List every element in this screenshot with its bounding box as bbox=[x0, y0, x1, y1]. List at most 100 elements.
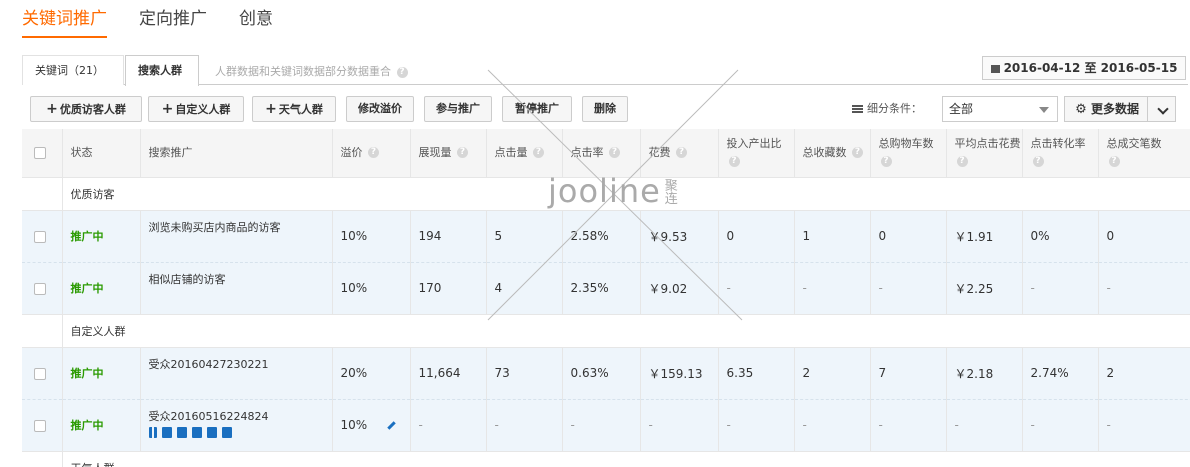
name-wrap: 相似店铺的访客 bbox=[149, 273, 332, 296]
audience-name[interactable]: 受众20160516224824 bbox=[149, 408, 332, 424]
report-icon[interactable] bbox=[221, 427, 232, 438]
help-icon[interactable]: ? bbox=[368, 147, 379, 159]
col-orders[interactable]: 总成交笔数? bbox=[1098, 129, 1190, 178]
cell-ctr: 2.58% bbox=[562, 210, 641, 263]
tab-keyword-promotion[interactable]: 关键词推广 bbox=[22, 6, 107, 38]
delete-button[interactable]: 删除 bbox=[582, 96, 628, 122]
clipboard-icon[interactable] bbox=[161, 427, 172, 438]
value-ctr: 2.35% bbox=[570, 281, 609, 295]
value-favorites: - bbox=[802, 281, 807, 295]
value-favorites: 2 bbox=[802, 366, 811, 380]
row-checkbox[interactable] bbox=[34, 282, 46, 295]
help-icon[interactable]: ? bbox=[880, 156, 892, 168]
row-checkbox[interactable] bbox=[34, 367, 46, 380]
help-icon[interactable]: ? bbox=[609, 147, 620, 159]
premium-value: 10% bbox=[340, 281, 368, 295]
cell-clicks: - bbox=[486, 399, 563, 452]
col-roi[interactable]: 投入产出比? bbox=[718, 129, 795, 178]
col-clicks[interactable]: 点击量 ? bbox=[486, 129, 563, 178]
more-data-dropdown[interactable] bbox=[1147, 97, 1177, 121]
col-impressions[interactable]: 展现量 ? bbox=[410, 129, 487, 178]
chart-icon[interactable] bbox=[206, 427, 217, 438]
help-icon[interactable]: ? bbox=[1108, 156, 1120, 168]
cell-name: 相似店铺的访客 bbox=[140, 262, 333, 315]
cell-roi: - bbox=[718, 262, 795, 315]
status-badge: 推广中 bbox=[70, 230, 104, 243]
row-checkbox[interactable] bbox=[34, 230, 46, 243]
value-cart: - bbox=[878, 418, 883, 432]
add-custom-audience-button[interactable]: + 自定义人群 bbox=[148, 96, 244, 122]
cell-impressions: 194 bbox=[410, 210, 487, 263]
cell-name: 受众20160427230221 bbox=[140, 347, 333, 400]
help-icon[interactable]: ? bbox=[396, 66, 408, 78]
cell-roi: 0 bbox=[718, 210, 795, 263]
help-icon[interactable]: ? bbox=[852, 147, 863, 159]
trash-icon[interactable] bbox=[176, 427, 187, 438]
add-weather-audience-button[interactable]: + 天气人群 bbox=[252, 96, 336, 122]
join-promotion-button[interactable]: 参与推广 bbox=[424, 96, 492, 122]
audience-name[interactable]: 浏览未购买店内商品的访客 bbox=[149, 219, 332, 235]
add-quality-visitor-button[interactable]: + 优质访客人群 bbox=[30, 96, 142, 122]
cell-impressions: 170 bbox=[410, 262, 487, 315]
col-favorites[interactable]: 总收藏数 ? bbox=[794, 129, 871, 178]
value-clicks: 4 bbox=[494, 281, 503, 295]
help-icon[interactable]: ? bbox=[533, 147, 544, 159]
tab-creative[interactable]: 创意 bbox=[239, 6, 273, 38]
row-actions bbox=[148, 427, 237, 438]
audience-name[interactable]: 受众20160427230221 bbox=[149, 356, 332, 372]
cell-premium: 10% bbox=[332, 262, 411, 315]
col-cart[interactable]: 总购物车数? bbox=[870, 129, 947, 178]
name-wrap: 受众20160516224824 bbox=[148, 410, 332, 438]
table-row[interactable]: 推广中 相似店铺的访客 10% 170 4 2.35% ￥9.02 - - - ￥2.25 - - bbox=[22, 262, 1190, 315]
value-cost: - bbox=[648, 418, 653, 432]
col-ctr[interactable]: 点击率 ? bbox=[562, 129, 641, 178]
cell-clicks: 5 bbox=[486, 210, 563, 263]
cell-premium: 10% bbox=[332, 399, 411, 452]
col-cvr[interactable]: 点击转化率? bbox=[1022, 129, 1099, 178]
col-cost[interactable]: 花费 ? bbox=[640, 129, 719, 178]
col-status[interactable]: 状态 bbox=[62, 129, 141, 178]
cell-impressions: - bbox=[410, 399, 487, 452]
value-cpc: - bbox=[954, 418, 959, 432]
row-select-cell bbox=[22, 210, 63, 263]
row-checkbox[interactable] bbox=[34, 419, 46, 432]
more-data-button[interactable]: ⚙ 更多数据 bbox=[1064, 96, 1176, 122]
help-icon[interactable]: ? bbox=[676, 147, 687, 159]
subtab-search-audience[interactable]: 搜索人群 bbox=[125, 55, 199, 86]
subtab-keywords[interactable]: 关键词（21） bbox=[22, 55, 124, 85]
value-clicks: - bbox=[494, 418, 499, 432]
help-icon[interactable]: ? bbox=[1032, 156, 1044, 168]
cell-favorites: 1 bbox=[794, 210, 871, 263]
cell-ctr: 0.63% bbox=[562, 347, 641, 400]
help-icon[interactable]: ? bbox=[728, 156, 740, 168]
col-search-promotion[interactable]: 搜索推广 bbox=[140, 129, 333, 178]
table-row[interactable]: 推广中 浏览未购买店内商品的访客 10% 194 5 2.58% ￥9.53 0 1 0 ￥1.91… bbox=[22, 210, 1190, 263]
cell-cart: - bbox=[870, 262, 947, 315]
premium-value: 10% bbox=[340, 229, 368, 243]
tab-targeted-promotion[interactable]: 定向推广 bbox=[139, 6, 207, 38]
cell-orders: - bbox=[1098, 262, 1190, 315]
cell-favorites: 2 bbox=[794, 347, 871, 400]
filter-select[interactable]: 全部 bbox=[942, 96, 1058, 122]
edit-icon[interactable] bbox=[191, 427, 202, 438]
table-body: 优质访客 推广中 浏览未购买店内商品的访客 10% 194 5 2.58% ￥9.53 0 1 0 ￥… bbox=[22, 177, 1190, 467]
table-row[interactable]: 推广中 受众20160427230221 20% 11,664 73 0.63% ￥159.… bbox=[22, 347, 1190, 400]
cell-roi: 6.35 bbox=[718, 347, 795, 400]
edit-premium-button[interactable]: 修改溢价 bbox=[346, 96, 414, 122]
help-icon[interactable]: ? bbox=[457, 147, 468, 159]
plus-icon: + bbox=[265, 101, 277, 117]
value-orders: - bbox=[1106, 418, 1111, 432]
help-icon[interactable]: ? bbox=[956, 156, 968, 168]
top-tabs: 关键词推广 定向推广 创意 bbox=[22, 6, 305, 40]
table-row[interactable]: 推广中 受众20160516224824 10% - - - - - - - - - - bbox=[22, 399, 1190, 452]
chevron-down-icon bbox=[1156, 103, 1169, 115]
date-range-picker[interactable]: 2016-04-12 至 2016-05-15 bbox=[982, 56, 1186, 80]
audience-name[interactable]: 相似店铺的访客 bbox=[149, 271, 332, 287]
col-premium[interactable]: 溢价 ? bbox=[332, 129, 411, 178]
pencil-icon[interactable] bbox=[387, 421, 396, 430]
cell-cost: ￥159.13 bbox=[640, 347, 719, 400]
pause-promotion-button[interactable]: 暂停推广 bbox=[502, 96, 572, 122]
pause-icon[interactable] bbox=[148, 427, 157, 438]
select-all-checkbox[interactable] bbox=[34, 146, 46, 159]
col-cpc[interactable]: 平均点击花费 ? bbox=[946, 129, 1023, 178]
